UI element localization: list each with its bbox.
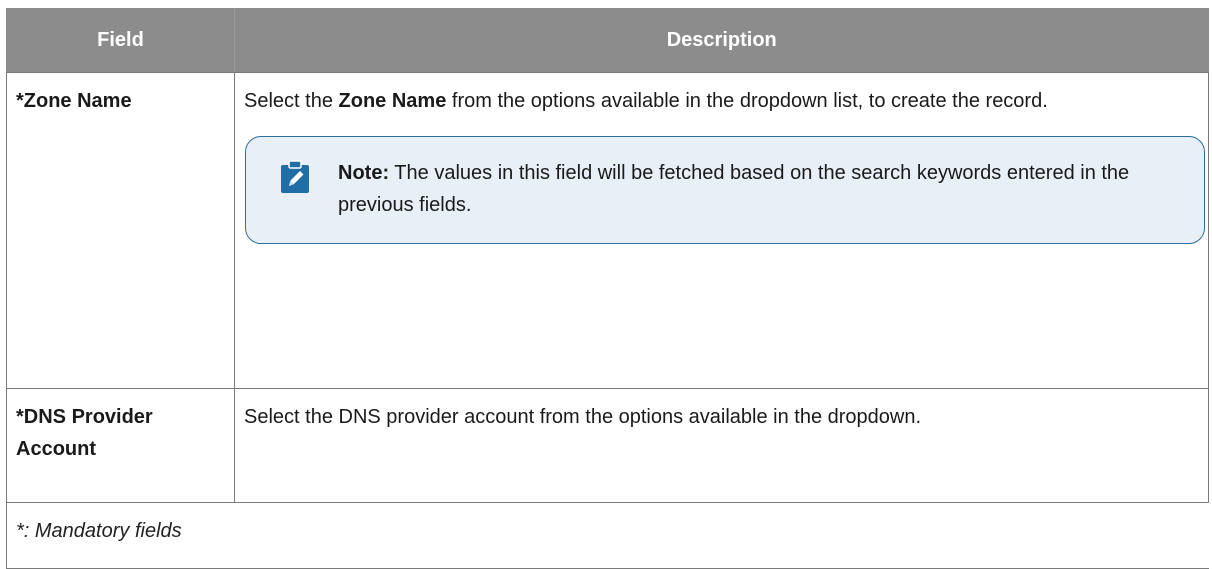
table-footer-row: *: Mandatory fields [6, 502, 1209, 569]
table-row: *Zone Name Select the Zone Name from the… [6, 72, 1209, 389]
field-name-cell: *Zone Name [6, 72, 235, 389]
fields-table: Field Description *Zone Name Select the … [6, 8, 1209, 569]
mandatory-fields-footnote: *: Mandatory fields [6, 502, 1209, 569]
table-row: *DNS Provider Account Select the DNS pro… [6, 388, 1209, 503]
note-body: The values in this field will be fetched… [338, 162, 1130, 216]
header-description: Description [234, 8, 1209, 73]
description-text: Select the Zone Name from the options av… [244, 85, 1192, 117]
field-description-cell: Select the DNS provider account from the… [234, 388, 1209, 503]
note-label: Note: [338, 162, 390, 184]
description-prefix: Select the [244, 90, 339, 112]
note-callout: Note: The values in this field will be f… [245, 136, 1205, 244]
table-header-row: Field Description [6, 8, 1209, 73]
pencil-note-icon [281, 160, 309, 193]
field-name-cell: *DNS Provider Account [6, 388, 235, 503]
description-suffix: from the options available in the dropdo… [446, 90, 1048, 112]
field-description-cell: Select the Zone Name from the options av… [234, 72, 1209, 389]
description-bold-term: Zone Name [338, 90, 447, 112]
header-field: Field [6, 8, 235, 73]
note-text: Note: The values in this field will be f… [338, 157, 1184, 221]
document-page: Field Description *Zone Name Select the … [0, 0, 1212, 569]
